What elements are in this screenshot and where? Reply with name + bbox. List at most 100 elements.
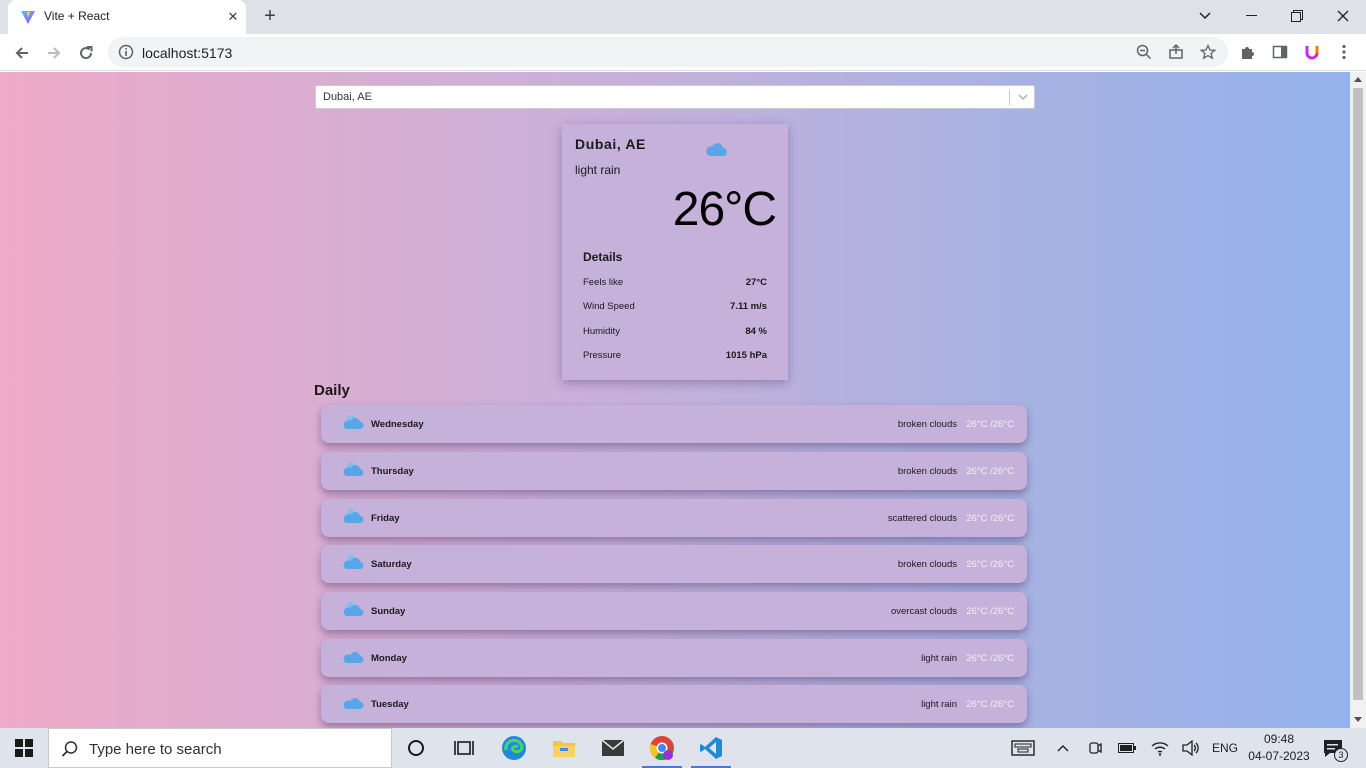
cloud-icon (706, 143, 727, 156)
day-description: scattered clouds (887, 513, 957, 524)
chevron-up-icon (1057, 745, 1069, 752)
wifi-icon (1151, 742, 1169, 756)
u-logo-icon (1305, 46, 1319, 60)
tab-search-button[interactable] (1182, 0, 1228, 32)
day-name: Friday (371, 513, 400, 524)
battery-icon (1118, 743, 1136, 753)
share-button[interactable] (1166, 42, 1186, 62)
tab-title: Vite + React (44, 9, 110, 23)
minimize-icon (1245, 15, 1257, 16)
search-placeholder[interactable]: Type here to search (89, 741, 222, 758)
url-text[interactable]: localhost:5173 (142, 45, 232, 61)
keyboard-icon (1011, 740, 1035, 756)
meet-icon (1089, 742, 1102, 754)
edge-icon (502, 736, 526, 760)
profile-extension-button[interactable] (1302, 42, 1322, 62)
tray-network[interactable] (1150, 738, 1170, 758)
menu-button[interactable] (1334, 42, 1354, 62)
sun-cloud-icon (343, 555, 364, 569)
daily-row-thursday[interactable]: Thursday broken clouds 26°C /26°C (321, 452, 1027, 490)
detail-value: 1015 hPa (725, 350, 767, 361)
reload-icon (80, 46, 93, 60)
minimize-button[interactable] (1228, 0, 1274, 32)
restore-icon (1291, 10, 1303, 22)
current-city: Dubai, AE (575, 136, 646, 152)
back-button[interactable] (8, 39, 36, 67)
vscode-icon (700, 737, 722, 759)
speaker-icon (1182, 740, 1199, 756)
tray-keyboard[interactable] (1010, 738, 1036, 758)
tray-battery[interactable] (1117, 738, 1137, 758)
tray-show-hidden[interactable] (1053, 738, 1073, 758)
scroll-up-icon[interactable] (1354, 77, 1362, 82)
detail-label: Feels like (583, 277, 624, 288)
cortana-button[interactable] (392, 728, 440, 768)
current-temperature: 26°C (672, 183, 777, 236)
mail-icon (601, 739, 625, 756)
tray-language[interactable]: ENG (1212, 741, 1238, 755)
daily-row-monday[interactable]: Monday light rain 26°C /26°C (321, 639, 1027, 677)
reload-button[interactable] (72, 39, 100, 67)
taskbar-edge[interactable] (490, 728, 538, 768)
extensions-button[interactable] (1238, 42, 1258, 62)
chevron-down-icon[interactable] (1016, 90, 1030, 104)
day-description: broken clouds (897, 466, 957, 477)
tray-meet[interactable] (1085, 738, 1105, 758)
page-scrollbar[interactable] (1350, 72, 1366, 728)
daily-row-saturday[interactable]: Saturday broken clouds 26°C /26°C (321, 545, 1027, 583)
day-name: Tuesday (371, 699, 409, 710)
day-description: light rain (921, 699, 957, 710)
current-description: light rain (575, 163, 621, 177)
forward-button[interactable] (40, 39, 68, 67)
info-icon[interactable] (118, 44, 134, 60)
day-temperature: 26°C /26°C (966, 699, 1014, 710)
side-panel-icon (1272, 45, 1288, 59)
cortana-icon (408, 740, 424, 756)
tab-close-button[interactable]: ✕ (224, 8, 242, 26)
daily-row-wednesday[interactable]: Wednesday broken clouds 26°C /26°C (321, 405, 1027, 443)
daily-row-sunday[interactable]: Sunday overcast clouds 26°C /26°C (321, 592, 1027, 630)
vite-logo-icon (21, 11, 35, 24)
day-name: Wednesday (371, 419, 424, 430)
detail-pressure: Pressure 1015 hPa (583, 350, 767, 364)
close-window-button[interactable] (1320, 0, 1366, 32)
search-icon (61, 741, 78, 757)
detail-label: Pressure (583, 350, 622, 361)
day-name: Saturday (371, 559, 412, 570)
zoom-button[interactable] (1134, 42, 1154, 62)
detail-feels-like: Feels like 27°C (583, 277, 767, 291)
scrollbar-thumb[interactable] (1353, 88, 1363, 700)
address-bar[interactable]: localhost:5173 (108, 37, 1228, 67)
day-temperature: 26°C /26°C (966, 653, 1014, 664)
cloud-icon (343, 697, 364, 709)
restore-button[interactable] (1274, 0, 1320, 32)
notification-badge: 3 (1334, 748, 1348, 762)
chrome-icon (649, 736, 674, 761)
bookmark-button[interactable] (1198, 42, 1218, 62)
tray-date[interactable]: 04-07-2023 (1246, 749, 1312, 763)
browser-tab[interactable]: Vite + React ✕ (8, 0, 246, 34)
daily-row-tuesday[interactable]: Tuesday light rain 26°C /26°C (321, 685, 1027, 723)
tray-time[interactable]: 09:48 (1250, 732, 1308, 746)
taskbar-chrome[interactable] (638, 728, 686, 768)
sun-cloud-icon (343, 462, 364, 476)
city-search-select[interactable]: Dubai, AE (315, 85, 1035, 109)
side-panel-button[interactable] (1270, 42, 1290, 62)
tray-volume[interactable] (1181, 738, 1201, 758)
more-vert-icon (1342, 44, 1346, 60)
day-name: Monday (371, 653, 407, 664)
new-tab-button[interactable]: + (258, 4, 282, 28)
start-button[interactable] (0, 728, 48, 768)
task-view-button[interactable] (440, 728, 488, 768)
scroll-down-icon[interactable] (1354, 717, 1362, 722)
day-description: broken clouds (897, 559, 957, 570)
sun-cloud-icon (343, 509, 364, 523)
taskbar-file-explorer[interactable] (540, 728, 588, 768)
taskbar-vscode[interactable] (687, 728, 735, 768)
taskbar-mail[interactable] (589, 728, 637, 768)
share-icon (1169, 44, 1183, 59)
detail-label: Wind Speed (583, 301, 635, 312)
daily-row-friday[interactable]: Friday scattered clouds 26°C /26°C (321, 499, 1027, 537)
taskbar-search[interactable]: Type here to search (48, 728, 392, 768)
city-search-value[interactable]: Dubai, AE (323, 91, 372, 103)
